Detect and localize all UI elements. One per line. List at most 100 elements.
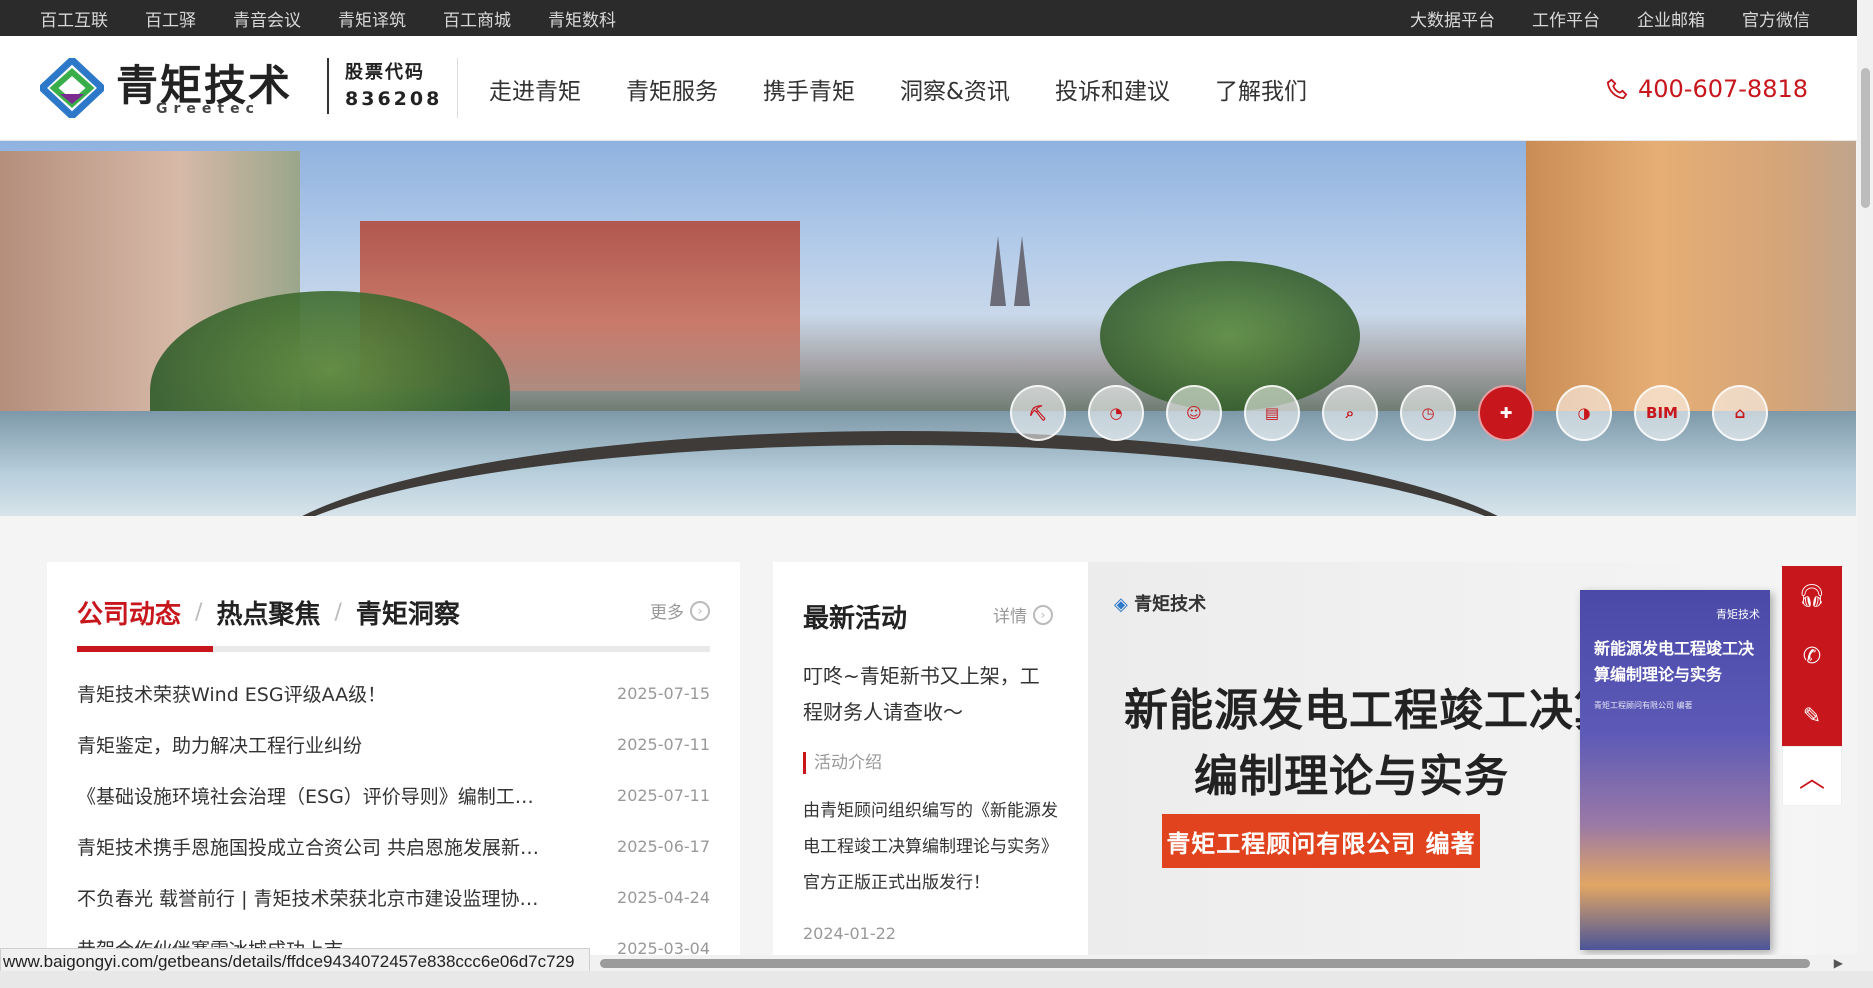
hotline[interactable]: 400-607-8818 <box>1606 36 1808 141</box>
activity-headline[interactable]: 叮咚~青矩新书又上架，工程财务人请查收～ <box>803 658 1043 730</box>
news-title: 不负春光 载誉前行 | 青矩技术荣获北京市建设监理协… <box>77 888 539 910</box>
more-label: 更多 <box>650 603 684 623</box>
scroll-right-icon[interactable]: ▶ <box>1834 956 1843 970</box>
news-date: 2025-06-17 <box>617 837 710 856</box>
news-title: 青矩技术荣获Wind ESG评级AA级！ <box>77 684 387 706</box>
chevron-right-icon: › <box>690 600 710 621</box>
nav-learn-more[interactable]: 了解我们 <box>1215 72 1307 106</box>
tab-separator: / <box>334 600 342 625</box>
nav-about[interactable]: 走进青矩 <box>489 72 581 106</box>
toplink-shuke[interactable]: 青矩数科 <box>548 6 616 31</box>
analysis-icon[interactable]: ◑ <box>1556 385 1612 441</box>
bim-icon[interactable]: BIM <box>1634 385 1690 441</box>
back-to-top-icon[interactable]: ︿ <box>1782 746 1842 806</box>
tab-underline <box>77 646 710 652</box>
first-aid-icon[interactable]: ✚ <box>1478 385 1534 441</box>
book-author: 青矩工程顾问有限公司 编著 <box>1594 701 1693 710</box>
main-nav: 走进青矩 青矩服务 携手青矩 洞察&资讯 投诉和建议 了解我们 <box>489 36 1307 141</box>
activity-title: 最新活动 <box>803 604 908 634</box>
nav-insights[interactable]: 洞察&资讯 <box>900 72 1010 106</box>
book-title: 新能源发电工程竣工决算编制理论与实务 <box>1594 639 1755 684</box>
stock-label: 股票代码 <box>345 62 425 83</box>
toplink-yizhu[interactable]: 青矩译筑 <box>338 6 406 31</box>
factory-icon[interactable]: ⌂ <box>1712 385 1768 441</box>
toplink-wechat[interactable]: 官方微信 <box>1742 6 1810 31</box>
activity-date: 2024-01-22 <box>803 924 896 943</box>
tab-insights[interactable]: 青矩洞察 <box>356 594 460 631</box>
news-item[interactable]: 不负春光 载誉前行 | 青矩技术荣获北京市建设监理协… 2025-04-24 <box>77 872 710 923</box>
hero-banner[interactable] <box>0 141 1856 516</box>
magnifier-icon[interactable]: ⌕ <box>1322 385 1378 441</box>
chart-icon[interactable]: ◷ <box>1400 385 1456 441</box>
toplink-baigong-hulian[interactable]: 百工互联 <box>40 6 108 31</box>
activity-details-link[interactable]: 详情 › <box>993 602 1053 627</box>
activity-panel: 最新活动 详情 › 叮咚~青矩新书又上架，工程财务人请查收～ 活动介绍 由青矩顾… <box>773 562 1816 958</box>
activity-poster[interactable]: ◈ 青矩技术 新能源发电工程竣工决算 编制理论与实务 青矩工程顾问有限公司 编著… <box>1088 562 1816 958</box>
news-item[interactable]: 青矩鉴定，助力解决工程行业纠纷 2025-07-11 <box>77 719 710 770</box>
chevron-right-icon: › <box>1033 604 1053 625</box>
toplink-baigongyi[interactable]: 百工驿 <box>145 6 196 31</box>
gauge-icon[interactable]: ◔ <box>1088 385 1144 441</box>
tab-company-news[interactable]: 公司动态 <box>77 594 181 631</box>
news-date: 2025-07-11 <box>617 735 710 754</box>
news-more-link[interactable]: 更多 › <box>650 598 710 623</box>
news-date: 2025-07-15 <box>617 684 710 703</box>
toplink-bigdata[interactable]: 大数据平台 <box>1410 6 1495 31</box>
diamond-logo-icon: ◈ <box>1114 594 1128 615</box>
bottom-bar <box>0 971 1873 988</box>
news-title: 青矩技术携手恩施国投成立合资公司 共启恩施发展新… <box>77 837 540 859</box>
news-panel: 公司动态 / 热点聚焦 / 青矩洞察 更多 › 青矩技术荣获Wind ESG评级… <box>47 562 740 961</box>
headset-icon[interactable]: 🎧︎ <box>1782 566 1842 626</box>
logo-subtext: Greetec <box>156 101 260 117</box>
top-utility-bar: 百工互联 百工驿 青音会议 青矩译筑 百工商城 青矩数科 大数据平台 工作平台 … <box>0 0 1862 36</box>
poster-logo-text: 青矩技术 <box>1134 594 1207 615</box>
news-item[interactable]: 青矩技术携手恩施国投成立合资公司 共启恩施发展新… 2025-06-17 <box>77 821 710 872</box>
activity-intro-label: 活动介绍 <box>803 752 882 774</box>
stock-code: 836208 <box>345 88 443 110</box>
toplink-mall[interactable]: 百工商城 <box>443 6 511 31</box>
news-list: 青矩技术荣获Wind ESG评级AA级！ 2025-07-15 青矩鉴定，助力解决… <box>77 668 710 974</box>
activity-description: 由青矩顾问组织编写的《新能源发电工程竣工决算编制理论与实务》官方正版正式出版发行… <box>803 801 1058 893</box>
book-brand: 青矩技术 <box>1716 608 1760 621</box>
toplink-email[interactable]: 企业邮箱 <box>1637 6 1705 31</box>
nav-services[interactable]: 青矩服务 <box>626 72 718 106</box>
book-cover-image: 青矩技术 新能源发电工程竣工决算编制理论与实务 青矩工程顾问有限公司 编著 <box>1580 590 1770 950</box>
poster-headline-1: 新能源发电工程竣工决算 <box>1124 685 1619 736</box>
scrollbar-thumb[interactable] <box>600 959 1810 968</box>
toplink-work-platform[interactable]: 工作平台 <box>1532 6 1600 31</box>
phone-icon <box>1606 78 1628 99</box>
stock-info: 股票代码 836208 <box>327 58 442 114</box>
banner-spires <box>990 236 1030 306</box>
building-icon[interactable]: ▤ <box>1244 385 1300 441</box>
site-header: 青矩技术 Greetec 股票代码 836208 走进青矩 青矩服务 携手青矩 … <box>0 36 1862 141</box>
news-title: 《基础设施环境社会治理（ESG）评价导则》编制工… <box>77 786 534 808</box>
news-tabs: 公司动态 / 热点聚焦 / 青矩洞察 <box>77 594 460 631</box>
poster-author-banner: 青矩工程顾问有限公司 编著 <box>1162 814 1480 868</box>
tab-hot-topics[interactable]: 热点聚焦 <box>216 594 320 631</box>
news-title: 青矩鉴定，助力解决工程行业纠纷 <box>77 735 363 757</box>
tab-separator: / <box>195 600 203 625</box>
greetec-logo-icon <box>40 58 104 118</box>
header-divider <box>457 58 458 118</box>
user-icon[interactable]: ☺ <box>1166 385 1222 441</box>
toplink-qingyin-meeting[interactable]: 青音会议 <box>233 6 301 31</box>
brand-logo[interactable]: 青矩技术 Greetec <box>40 52 310 122</box>
news-item[interactable]: 青矩技术荣获Wind ESG评级AA级！ 2025-07-15 <box>77 668 710 719</box>
hotline-number: 400-607-8818 <box>1637 74 1808 103</box>
news-item[interactable]: 《基础设施环境社会治理（ESG）评价导则》编制工… 2025-07-11 <box>77 770 710 821</box>
top-links-left: 百工互联 百工驿 青音会议 青矩译筑 百工商城 青矩数科 <box>40 0 616 36</box>
tab-underline-active <box>77 646 213 652</box>
news-date: 2025-04-24 <box>617 888 710 907</box>
service-icon-row: ⛏ ◔ ☺ ▤ ⌕ ◷ ✚ ◑ BIM ⌂ <box>1010 385 1768 441</box>
edit-icon[interactable]: ✎ <box>1782 686 1842 746</box>
top-links-right: 大数据平台 工作平台 企业邮箱 官方微信 <box>1410 0 1810 36</box>
vertical-scrollbar[interactable] <box>1857 0 1873 988</box>
news-date: 2025-07-11 <box>617 786 710 805</box>
details-label: 详情 <box>993 607 1027 627</box>
nav-partnership[interactable]: 携手青矩 <box>763 72 855 106</box>
nav-complaints[interactable]: 投诉和建议 <box>1055 72 1170 106</box>
phone-icon[interactable]: ✆ <box>1782 626 1842 686</box>
floating-contact-bar: 🎧︎ ✆ ✎ ︿ <box>1782 566 1842 806</box>
crane-icon[interactable]: ⛏ <box>1010 385 1066 441</box>
scrollbar-thumb[interactable] <box>1861 68 1870 208</box>
